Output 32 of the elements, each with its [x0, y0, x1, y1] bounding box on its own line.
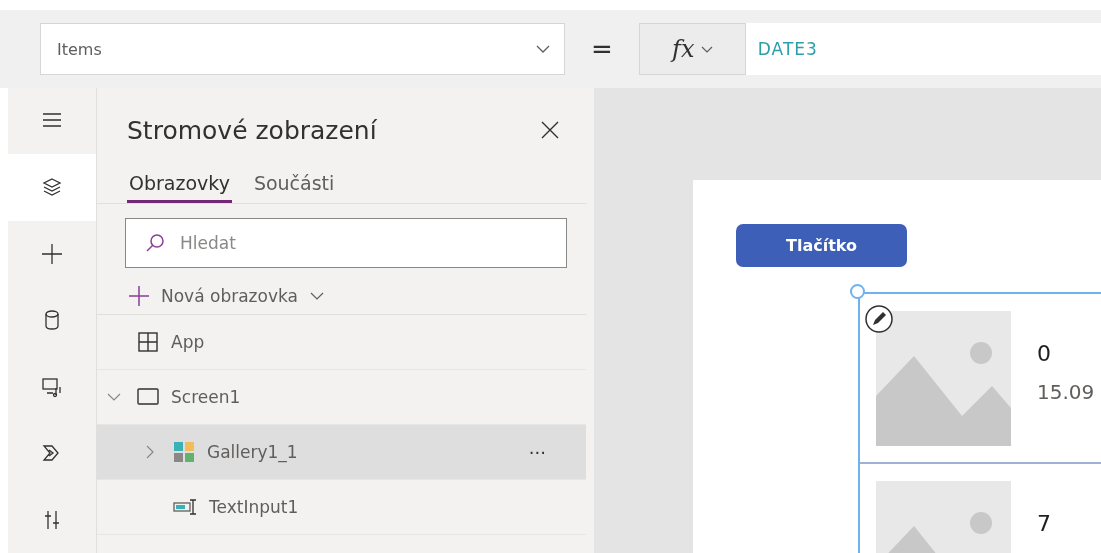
more-options-icon[interactable]: ···: [528, 441, 546, 463]
gallery-item-title: 7: [1037, 511, 1051, 536]
resize-handle[interactable]: [850, 284, 865, 299]
app-grid-icon: [137, 331, 159, 353]
property-dropdown[interactable]: Items: [40, 23, 565, 75]
formula-field[interactable]: DATE3: [745, 23, 1101, 75]
canvas-button[interactable]: Tlačítko: [736, 224, 907, 267]
chevron-down-icon: [536, 45, 550, 53]
gallery-item-subtitle: 15.09: [1037, 380, 1095, 404]
screen-icon: [137, 386, 159, 408]
tree-item[interactable]: Gallery1_1 ···: [97, 425, 586, 480]
close-icon[interactable]: [540, 120, 560, 140]
monitor-music-icon[interactable]: [41, 375, 63, 398]
text-input-icon: [173, 498, 197, 516]
panel-title: Stromové zobrazení: [127, 115, 377, 145]
gallery-control[interactable]: 0 15.09 7: [858, 292, 1101, 553]
tree-item[interactable]: TextInput1: [97, 480, 586, 535]
tab[interactable]: Součásti: [251, 168, 337, 203]
new-screen-button[interactable]: Nová obrazovka: [97, 268, 586, 315]
edit-pencil-icon[interactable]: [864, 304, 894, 334]
function-button[interactable]: fx: [638, 23, 746, 75]
equals-sign: =: [591, 34, 613, 64]
plus-icon: [129, 286, 149, 306]
tree-item[interactable]: App: [97, 315, 586, 370]
chevron-down-icon: [309, 292, 324, 300]
gallery-item-title: 0: [1037, 341, 1052, 366]
chevron-down-icon: [700, 45, 713, 53]
gallery-icon: [173, 441, 195, 463]
tab[interactable]: Obrazovky: [127, 168, 232, 203]
search-field[interactable]: Hledat: [125, 218, 567, 268]
plus-icon[interactable]: [41, 243, 63, 266]
image-placeholder-icon: [876, 311, 1011, 446]
